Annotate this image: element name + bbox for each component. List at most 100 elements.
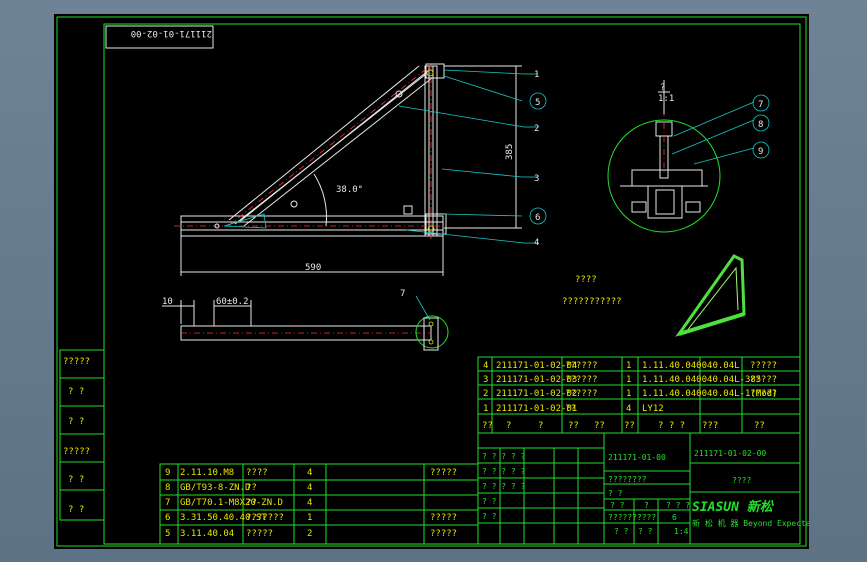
left-block-5: ? ? [68, 505, 84, 515]
scale-label: 1:4 [674, 527, 689, 536]
scale-label: ? [644, 501, 649, 510]
upper-row-no: 3 [483, 375, 488, 385]
sign-row: ? ? ? ? ? [482, 467, 526, 476]
outer-frame [56, 16, 807, 547]
left-block-0: ????? [63, 357, 90, 367]
left-block-1: ? ? [68, 387, 84, 397]
balloon-5: 5 [535, 98, 540, 108]
drawing-sheet: 211171-01-02-00 1 5 2 3 6 4 7 8 9 7 385 … [54, 14, 809, 549]
lower-row-no: 5 [165, 529, 170, 539]
dim-length: 590 [305, 263, 321, 273]
isometric-thumbnail [675, 254, 746, 337]
lower-row-name: ?? [246, 498, 257, 508]
header-cell: ?? [594, 421, 605, 431]
drawing-number-rotated: 211171-01-02-00 [131, 28, 212, 38]
company-tagline: 新 松 机 器 Beyond Expectation [692, 518, 809, 528]
lower-row-spec: 2.11.10.M8 [180, 468, 234, 478]
upper-row-qty: 1 [626, 361, 631, 371]
drawing-number: 211171-01-02-00 [694, 449, 766, 458]
header-cell: ?? [754, 421, 765, 431]
scale-label: ? ? [610, 501, 625, 510]
upper-row-qty: 4 [626, 404, 631, 414]
dim-spacing: 60±0.2 [216, 297, 249, 307]
balloon-4: 4 [534, 238, 539, 248]
upper-row-extra: ????? [750, 375, 777, 385]
sign-row: ? ? ? ? ? [482, 452, 526, 461]
lower-row-no: 8 [165, 483, 170, 493]
scale-label: ? ? [608, 489, 623, 498]
scale-label: 6 [672, 513, 677, 522]
header-cell: ?? [568, 421, 579, 431]
upper-row-spec: 1.11.40.040040.04L [642, 361, 740, 371]
lower-row-spec: GB/T93-8-ZN.D [180, 483, 250, 493]
upper-row-extra: ????? [750, 389, 777, 399]
left-block-2: ? ? [68, 417, 84, 427]
sign-row: ? ? [482, 512, 497, 521]
upper-row-qty: 1 [626, 389, 631, 399]
lower-row-no: 7 [165, 498, 170, 508]
parts-list-upper-rows: 4 211171-01-02-04?????? 1 1.11.40.040040.04… [483, 361, 777, 414]
upper-row-qty: 1 [626, 375, 631, 385]
front-view [174, 63, 538, 276]
dim-offset: 10 [162, 297, 173, 307]
lower-row-spec: GB/T70.1-M8X20-ZN.D [180, 498, 283, 508]
lower-row-qty: 2 [307, 529, 312, 539]
lower-row-qty: 4 [307, 468, 312, 478]
balloon-8: 8 [758, 120, 763, 130]
dim-height: 385 [505, 144, 515, 160]
header-cell: ?? [482, 421, 493, 431]
scale-label: ? ? [614, 527, 629, 536]
balloon-2: 2 [534, 124, 539, 134]
upper-row-no: 2 [483, 389, 488, 399]
company-logo: SIASUN 新松 [692, 499, 775, 515]
upper-row-name: ?? [565, 404, 576, 414]
detail-mark: ? [660, 83, 665, 93]
tech-note: ??????????? [562, 297, 622, 307]
inner-frame [103, 23, 801, 545]
upper-row-name: ?????? [565, 375, 598, 385]
dim-angle: 38.0° [336, 185, 363, 195]
header-cell: ??? [702, 421, 718, 431]
scale-label: ? ? ? [666, 501, 690, 510]
left-block [59, 349, 105, 521]
sign-row: ? ? ? ? ? [482, 482, 526, 491]
scale-label: ? ? [638, 527, 653, 536]
lower-row-qty: 4 [307, 483, 312, 493]
tech-title: ???? [575, 275, 597, 285]
upper-row-name: ?????? [565, 361, 598, 371]
lower-row-name: ?? [246, 483, 257, 493]
drawing-name: ???? [732, 476, 751, 485]
upper-row-name: ?????? [565, 389, 598, 399]
upper-row-spec: 1.11.40.040040.04L-385 [642, 375, 761, 385]
balloons [529, 92, 770, 225]
balloon-6: 6 [535, 213, 540, 223]
assembly-number: 211171-01-00 [608, 453, 666, 462]
header-cell: ? [538, 421, 543, 431]
lower-row-extra: ????? [430, 529, 457, 539]
sign-row: ? ? [482, 497, 497, 506]
scale-label: ???????? [608, 475, 647, 484]
lower-row-extra: ????? [430, 468, 457, 478]
lower-row-qty: 4 [307, 498, 312, 508]
balloon-1: 1 [534, 70, 539, 80]
header-cell: ? [506, 421, 511, 431]
lower-row-spec: 3.11.40.04 [180, 529, 234, 539]
title-block-sign-rows: ? ? ? ? ? ? ? ? ? ? ? ? ? ? ? ? ? ? ? [482, 452, 526, 521]
left-block-4: ? ? [68, 475, 84, 485]
plan-view [162, 295, 449, 351]
lower-row-no: 9 [165, 468, 170, 478]
balloon-3: 3 [534, 174, 539, 184]
header-cell: ? ? ? [658, 421, 685, 431]
lower-row-qty: 1 [307, 513, 312, 523]
upper-row-no: 4 [483, 361, 488, 371]
lower-row-no: 6 [165, 513, 170, 523]
left-block-3: ????? [63, 447, 90, 457]
section-mark: 7 [400, 289, 405, 299]
balloon-7: 7 [758, 100, 763, 110]
parts-list-header: ?????????? ? ? ?????? [482, 421, 765, 431]
lower-row-name: ??????? [246, 513, 284, 523]
upper-row-extra: ????? [750, 361, 777, 371]
lower-row-name: ????? [246, 529, 273, 539]
upper-row-no: 1 [483, 404, 488, 414]
detail-view [607, 80, 755, 233]
